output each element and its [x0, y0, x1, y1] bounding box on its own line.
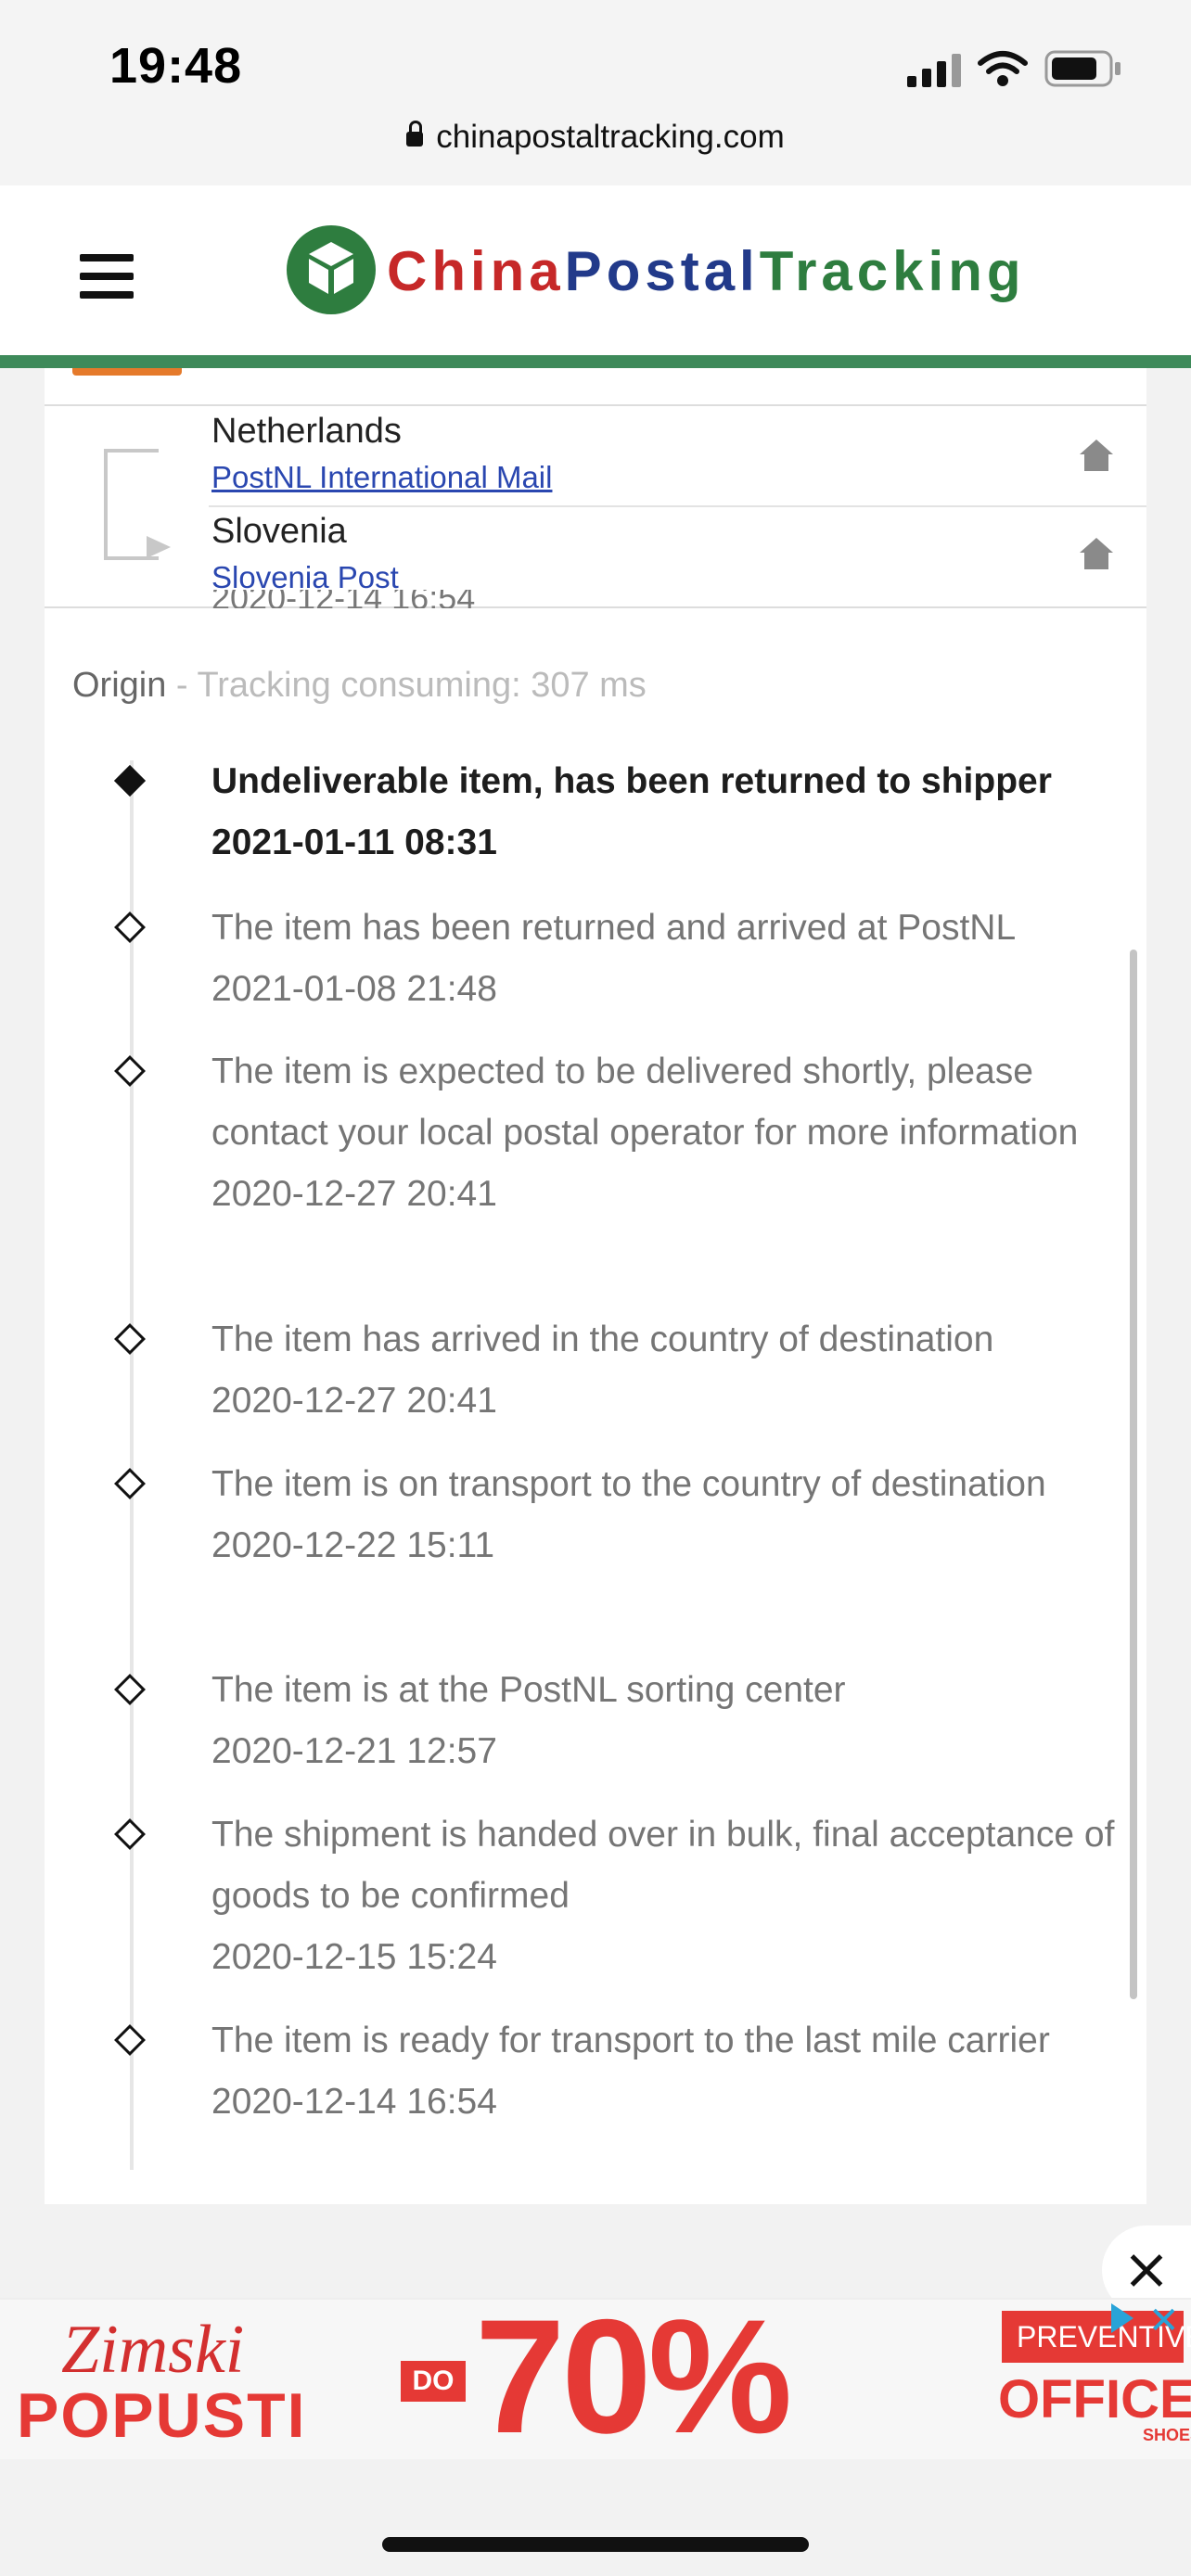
address-bar[interactable]: chinapostaltracking.com — [0, 119, 1191, 156]
header-accent-bar — [0, 355, 1191, 368]
origin-label: Origin — [72, 666, 167, 705]
event-time: 2020-12-15 15:24 — [211, 1937, 497, 1977]
ad-brand: OFFICE — [998, 2369, 1191, 2429]
event-time: 2020-12-14 16:54 — [211, 2082, 497, 2122]
url-text: chinapostaltracking.com — [436, 119, 785, 155]
battery-icon — [1044, 50, 1121, 87]
timeline-marker-icon — [114, 1055, 146, 1087]
event-item: The item is at the PostNL sorting center… — [211, 1660, 1139, 1782]
event-time: 2020-12-22 15:11 — [211, 1525, 495, 1565]
event-time: 2020-12-21 12:57 — [211, 1731, 497, 1771]
tracking-events-list: Undeliverable item, has been returned to… — [45, 742, 1146, 2170]
event-time: 2020-12-27 20:41 — [211, 1174, 497, 1214]
timing-text: - Tracking consuming: 307 ms — [166, 666, 647, 705]
destination-country: Slovenia — [211, 512, 347, 551]
home-icon[interactable] — [1078, 536, 1115, 573]
timeline-marker-icon — [114, 912, 146, 943]
event-description: The item is expected to be delivered sho… — [211, 1052, 1079, 1153]
origin-country: Netherlands — [211, 412, 402, 451]
ad-discount: 70% — [475, 2287, 792, 2468]
wifi-icon — [978, 51, 1028, 86]
home-indicator[interactable] — [382, 2537, 809, 2552]
event-description: The item has been returned and arrived a… — [211, 908, 1017, 948]
event-time: 2020-12-27 20:41 — [211, 1381, 497, 1421]
event-description: The item is on transport to the country … — [211, 1464, 1046, 1504]
event-description: The item has arrived in the country of d… — [211, 1320, 994, 1359]
partial-date-text: 2020-12-14 16:54 — [211, 590, 475, 608]
event-description: The item is at the PostNL sorting center — [211, 1670, 846, 1710]
logo-box-icon[interactable] — [287, 225, 376, 314]
event-time: 2021-01-08 21:48 — [211, 969, 497, 1009]
origin-carrier-link[interactable]: PostNL International Mail — [211, 460, 552, 495]
ad-headline: Zimski — [61, 2312, 245, 2388]
timeline-filled-marker-icon — [114, 765, 146, 797]
ad-do-label: DO — [401, 2361, 466, 2402]
route-divider — [209, 505, 1146, 507]
event-item: Undeliverable item, has been returned to… — [211, 751, 1139, 874]
event-time: 2021-01-11 08:31 — [211, 823, 497, 862]
signal-icon — [907, 54, 961, 87]
route-arrow-icon — [147, 536, 171, 558]
event-item: The item has been returned and arrived a… — [211, 898, 1139, 1020]
adchoices-icon[interactable] — [1111, 2303, 1133, 2333]
hamburger-menu-icon[interactable] — [65, 243, 148, 310]
orange-tab-edge — [72, 368, 182, 376]
clock: 19:48 — [109, 38, 243, 94]
timeline-marker-icon — [114, 1323, 146, 1355]
event-item: The item is ready for transport to the l… — [211, 2010, 1139, 2133]
scrollbar[interactable] — [1130, 950, 1137, 1999]
origin-timing-line: Origin - Tracking consuming: 307 ms — [72, 666, 647, 706]
timeline-marker-icon — [114, 2024, 146, 2056]
event-description: The shipment is handed over in bulk, fin… — [211, 1815, 1115, 1916]
timeline-marker-icon — [114, 1818, 146, 1850]
site-logo[interactable]: ChinaPostalTracking — [387, 239, 1026, 303]
event-item: The shipment is handed over in bulk, fin… — [211, 1804, 1139, 1988]
event-item: The item is on transport to the country … — [211, 1454, 1139, 1576]
event-description: The item is ready for transport to the l… — [211, 2021, 1050, 2060]
timeline-marker-icon — [114, 1674, 146, 1705]
timeline-line — [130, 760, 134, 2170]
home-icon[interactable] — [1078, 438, 1115, 475]
ad-close-icon[interactable]: ✕ — [1148, 2300, 1180, 2342]
ad-brand-sub: SHOES — [1143, 2426, 1191, 2444]
event-item: The item is expected to be delivered sho… — [211, 1041, 1139, 1225]
event-description: Undeliverable item, has been returned to… — [211, 761, 1052, 801]
ad-subheadline: POPUSTI — [17, 2380, 307, 2451]
event-item: The item has arrived in the country of d… — [211, 1309, 1139, 1432]
timeline-marker-icon — [114, 1468, 146, 1499]
lock-icon — [406, 120, 424, 147]
